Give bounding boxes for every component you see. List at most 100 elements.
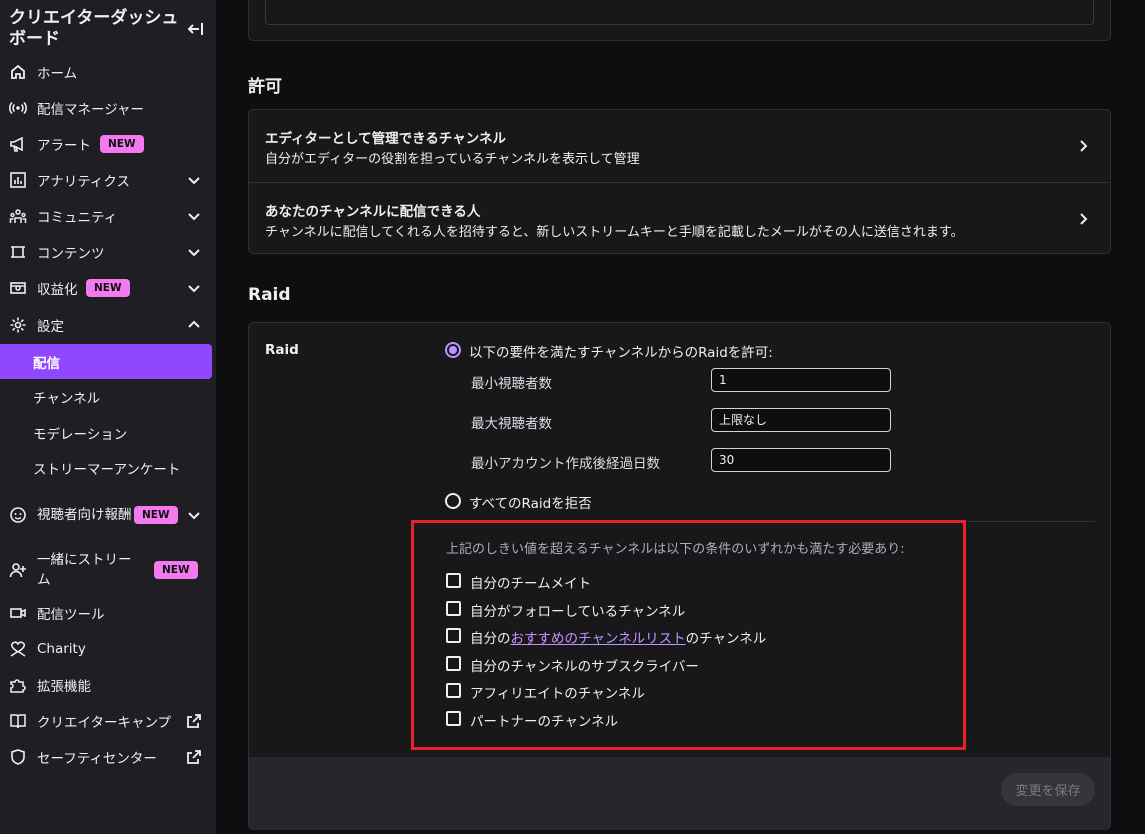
affiliates-checkbox[interactable] [446, 683, 461, 698]
text-area[interactable] [265, 0, 1094, 25]
sidebar-item-label: 拡張機能 [37, 679, 91, 695]
megaphone-icon [9, 135, 27, 153]
sidebar-item-safety-center[interactable]: セーフティセンター [0, 739, 216, 775]
teammates-checkbox-row[interactable]: 自分のチームメイト [446, 572, 946, 592]
gear-icon [9, 316, 27, 334]
new-badge: NEW [154, 561, 198, 579]
sidebar-item-charity[interactable]: Charity [0, 631, 216, 667]
sidebar-item-label: チャンネル [33, 390, 101, 407]
deny-raids-label: すべてのRaidを拒否 [469, 496, 592, 512]
chevron-down-icon [186, 172, 202, 188]
sidebar-item-stream-manager[interactable]: 配信マネージャー [0, 90, 216, 126]
community-icon [9, 207, 27, 225]
external-link-icon [186, 749, 202, 765]
sidebar-item-streaming-tools[interactable]: 配信ツール [0, 595, 216, 631]
viewer-rewards-icon [9, 506, 27, 524]
checkbox-label: アフィリエイトのチャンネル [470, 686, 645, 702]
chevron-right-icon [1075, 138, 1091, 154]
divider [431, 521, 1095, 522]
chevron-down-icon [186, 507, 202, 523]
row-title: エディターとして管理できるチャンネル [265, 131, 506, 147]
external-link-icon [186, 713, 202, 729]
checkbox-label: 自分のチームメイト [470, 576, 592, 592]
followed-channels-checkbox[interactable] [446, 601, 461, 616]
checkbox-label: 自分のチャンネルのサブスクライバー [470, 659, 699, 675]
sidebar-item-label: モデレーション [33, 426, 128, 443]
new-badge: NEW [86, 279, 130, 297]
sidebar-item-creator-camp[interactable]: クリエイターキャンプ [0, 703, 216, 739]
sidebar-item-home[interactable]: ホーム [0, 54, 216, 90]
sidebar-subitem-channel[interactable]: チャンネル [0, 379, 216, 414]
max-viewers-label: 最大視聴者数 [471, 416, 552, 432]
sidebar-item-community[interactable]: コミュニティ [0, 198, 216, 234]
sidebar-subitem-stream[interactable]: 配信 [0, 344, 212, 379]
conditions-text: 上記のしきい値を超えるチャンネルは以下の条件のいずれかも満たす必要あり: [446, 542, 905, 557]
home-icon [9, 63, 27, 81]
allow-raids-label: 以下の要件を満たすチャンネルからのRaidを許可: [469, 345, 773, 361]
chevron-right-icon [1075, 211, 1091, 227]
chevron-down-icon [186, 208, 202, 224]
raid-label: Raid [265, 342, 299, 358]
sidebar-header: クリエイターダッシュボード [9, 8, 209, 52]
sidebar-item-content[interactable]: コンテンツ [0, 234, 216, 270]
row-description: 自分がエディターの役割を担っているチャンネルを表示して管理 [265, 152, 640, 167]
sidebar-item-analytics[interactable]: アナリティクス [0, 162, 216, 198]
sidebar-item-stream-together[interactable]: 一緒にストリーム NEW [0, 550, 216, 590]
checkbox-label: 自分がフォローしているチャンネル [470, 604, 686, 620]
stream-together-permission-row[interactable]: あなたのチャンネルに配信できる人 チャンネルに配信してくれる人を招待すると、新し… [249, 182, 1110, 254]
new-badge: NEW [100, 135, 144, 153]
previous-settings-panel [248, 0, 1111, 41]
sidebar-item-settings[interactable]: 設定 [0, 307, 216, 343]
sidebar-item-extensions[interactable]: 拡張機能 [0, 667, 216, 703]
recommended-channels-checkbox[interactable] [446, 628, 461, 643]
sidebar-item-label: 配信マネージャー [37, 102, 145, 118]
recommended-channels-checkbox-row[interactable]: 自分のおすすめのチャンネルリストのチャンネル [446, 627, 946, 647]
collapse-sidebar-icon[interactable] [187, 20, 205, 38]
sidebar-item-alerts[interactable]: アラート NEW [0, 126, 216, 162]
partners-checkbox-row[interactable]: パートナーのチャンネル [446, 710, 946, 730]
teammates-checkbox[interactable] [446, 573, 461, 588]
min-account-age-label: 最小アカウント作成後経過日数 [471, 456, 660, 472]
subscribers-checkbox[interactable] [446, 656, 461, 671]
permissions-panel: エディターとして管理できるチャンネル 自分がエディターの役割を担っているチャンネ… [248, 109, 1111, 254]
affiliates-checkbox-row[interactable]: アフィリエイトのチャンネル [446, 682, 946, 702]
checkbox-label: 自分のおすすめのチャンネルリストのチャンネル [470, 627, 766, 647]
editor-channels-row[interactable]: エディターとして管理できるチャンネル 自分がエディターの役割を担っているチャンネ… [249, 110, 1110, 182]
partners-checkbox[interactable] [446, 711, 461, 726]
sidebar-item-label: コンテンツ [37, 246, 105, 262]
sidebar-item-label: ホーム [37, 66, 78, 82]
main-content: 許可 エディターとして管理できるチャンネル 自分がエディターの役割を担っているチ… [216, 0, 1145, 834]
raid-settings-panel: Raid 以下の要件を満たすチャンネルからのRaidを許可: 最小視聴者数 1 … [248, 322, 1111, 830]
sidebar-subitem-streamer-survey[interactable]: ストリーマーアンケート [0, 450, 216, 485]
monetization-icon [9, 279, 27, 297]
new-badge: NEW [134, 506, 178, 524]
sidebar-item-label: 視聴者向け報酬 [37, 507, 132, 523]
sidebar-item-monetization[interactable]: 収益化 NEW [0, 270, 216, 306]
save-changes-button[interactable]: 変更を保存 [1001, 773, 1095, 806]
sidebar-item-viewer-rewards[interactable]: 視聴者向け報酬 NEW [0, 495, 216, 535]
sidebar-item-label: アラート [37, 138, 91, 154]
recommended-channels-link[interactable]: おすすめのチャンネルリスト [511, 631, 686, 647]
sidebar-item-label: 収益化 [37, 282, 78, 298]
min-account-age-input[interactable]: 30 [711, 448, 891, 472]
chevron-down-icon [186, 280, 202, 296]
allow-raids-radio[interactable] [445, 342, 461, 358]
puzzle-icon [9, 676, 27, 694]
book-icon [9, 712, 27, 730]
sidebar: クリエイターダッシュボード ホーム 配信マネージャー アラート NEW アナリテ… [0, 0, 216, 834]
max-viewers-input[interactable]: 上限なし [711, 408, 891, 432]
subscribers-checkbox-row[interactable]: 自分のチャンネルのサブスクライバー [446, 655, 946, 675]
deny-raids-radio[interactable] [445, 493, 461, 509]
sidebar-item-label: セーフティセンター [37, 751, 157, 767]
charity-icon [9, 640, 27, 658]
min-viewers-label: 最小視聴者数 [471, 376, 552, 392]
sidebar-item-label: コミュニティ [37, 210, 118, 226]
add-user-icon [9, 561, 27, 579]
sidebar-item-label: 設定 [37, 319, 64, 335]
sidebar-subitem-moderation[interactable]: モデレーション [0, 415, 216, 450]
min-viewers-input[interactable]: 1 [711, 368, 891, 392]
shield-icon [9, 748, 27, 766]
followed-channels-checkbox-row[interactable]: 自分がフォローしているチャンネル [446, 600, 946, 620]
camera-icon [9, 604, 27, 622]
sidebar-item-label: 配信 [33, 355, 60, 372]
